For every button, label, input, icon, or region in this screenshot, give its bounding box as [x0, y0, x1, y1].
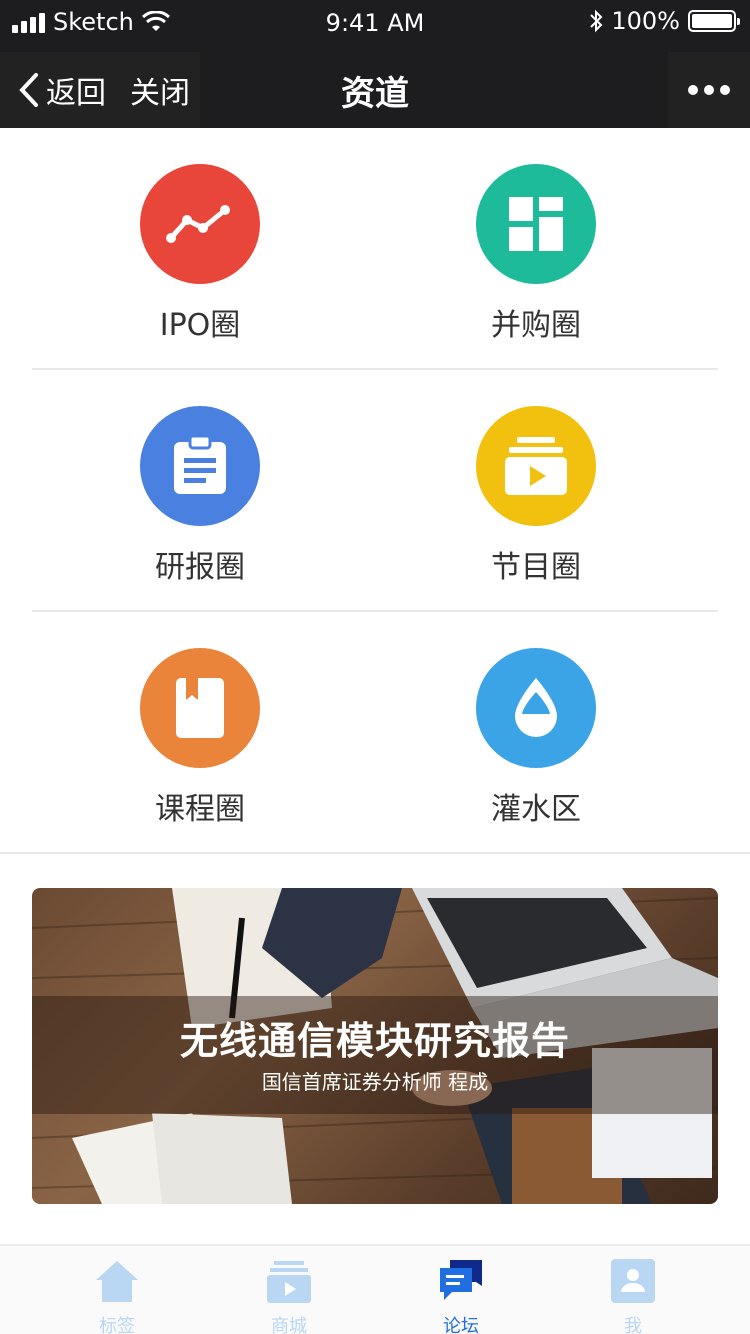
clipboard-icon — [140, 406, 260, 526]
tab-label: 我 — [624, 1316, 642, 1334]
video-play-icon — [476, 406, 596, 526]
grid-item-courses[interactable]: 课程圈 — [80, 648, 320, 828]
grid-item-label: 灌水区 — [491, 792, 581, 827]
book-bookmark-icon — [140, 648, 260, 768]
grid-item-label: 节目圈 — [491, 550, 581, 585]
grid-item-label: 课程圈 — [155, 792, 245, 827]
banner-title: 无线通信模块研究报告 — [179, 1019, 570, 1063]
grid-item-research[interactable]: 研报圈 — [80, 406, 320, 586]
tab-label: 论坛 — [443, 1316, 479, 1334]
profile-icon — [611, 1259, 655, 1303]
tab-forum[interactable]: 论坛 — [401, 1258, 521, 1334]
bluetooth-icon — [590, 9, 603, 33]
grid-item-chat[interactable]: 灌水区 — [416, 648, 656, 828]
more-dots-icon[interactable] — [668, 52, 750, 128]
back-close-group: 返回 关闭 — [0, 52, 200, 128]
chevron-left-icon[interactable] — [18, 72, 40, 108]
tab-store[interactable]: 商城 — [229, 1258, 349, 1334]
grid-row: 课程圈 灌水区 — [32, 612, 718, 854]
banner-subtitle: 国信首席证券分析师 程成 — [261, 1070, 489, 1094]
tab-label: 标签 — [99, 1316, 135, 1334]
grid-item-programs[interactable]: 节目圈 — [416, 406, 656, 586]
chat-bubbles-icon — [440, 1260, 482, 1300]
grid-item-label: IPO圈 — [159, 308, 241, 343]
home-icon — [96, 1261, 138, 1302]
section-divider — [0, 852, 750, 854]
grid-item-label: 研报圈 — [155, 550, 245, 585]
tab-label: 商城 — [271, 1316, 307, 1334]
grid-item-ipo[interactable]: IPO圈 — [80, 164, 320, 344]
nav-bar: 返回 关闭 资道 — [0, 52, 750, 128]
back-button[interactable]: 返回 — [46, 68, 106, 112]
grid-item-label: 并购圈 — [491, 308, 581, 343]
tab-home[interactable]: 标签 — [57, 1258, 177, 1334]
grid-row: 研报圈 节目圈 — [32, 370, 718, 612]
tab-bar: 标签 商城 论坛 我 — [0, 1244, 750, 1334]
status-bar: Sketch 9:41 AM 100% — [0, 0, 750, 46]
tab-me[interactable]: 我 — [573, 1258, 693, 1334]
circle-grid: IPO圈 并购圈 研报圈 节目圈 课程圈 灌水区 — [32, 128, 718, 854]
grid-item-merger[interactable]: 并购圈 — [416, 164, 656, 344]
close-button[interactable]: 关闭 — [130, 68, 190, 112]
promo-banner[interactable]: 无线通信模块研究报告 国信首席证券分析师 程成 — [32, 888, 718, 1204]
trend-line-icon — [140, 164, 260, 284]
top-bar: Sketch 9:41 AM 100% 返回 关闭 资道 — [0, 0, 750, 128]
dashboard-tiles-icon — [476, 164, 596, 284]
water-drop-icon — [476, 648, 596, 768]
store-video-icon — [267, 1261, 311, 1303]
grid-row: IPO圈 并购圈 — [32, 128, 718, 370]
status-right: 100% — [589, 7, 740, 35]
battery-percent: 100% — [611, 7, 680, 35]
battery-icon — [688, 10, 740, 32]
